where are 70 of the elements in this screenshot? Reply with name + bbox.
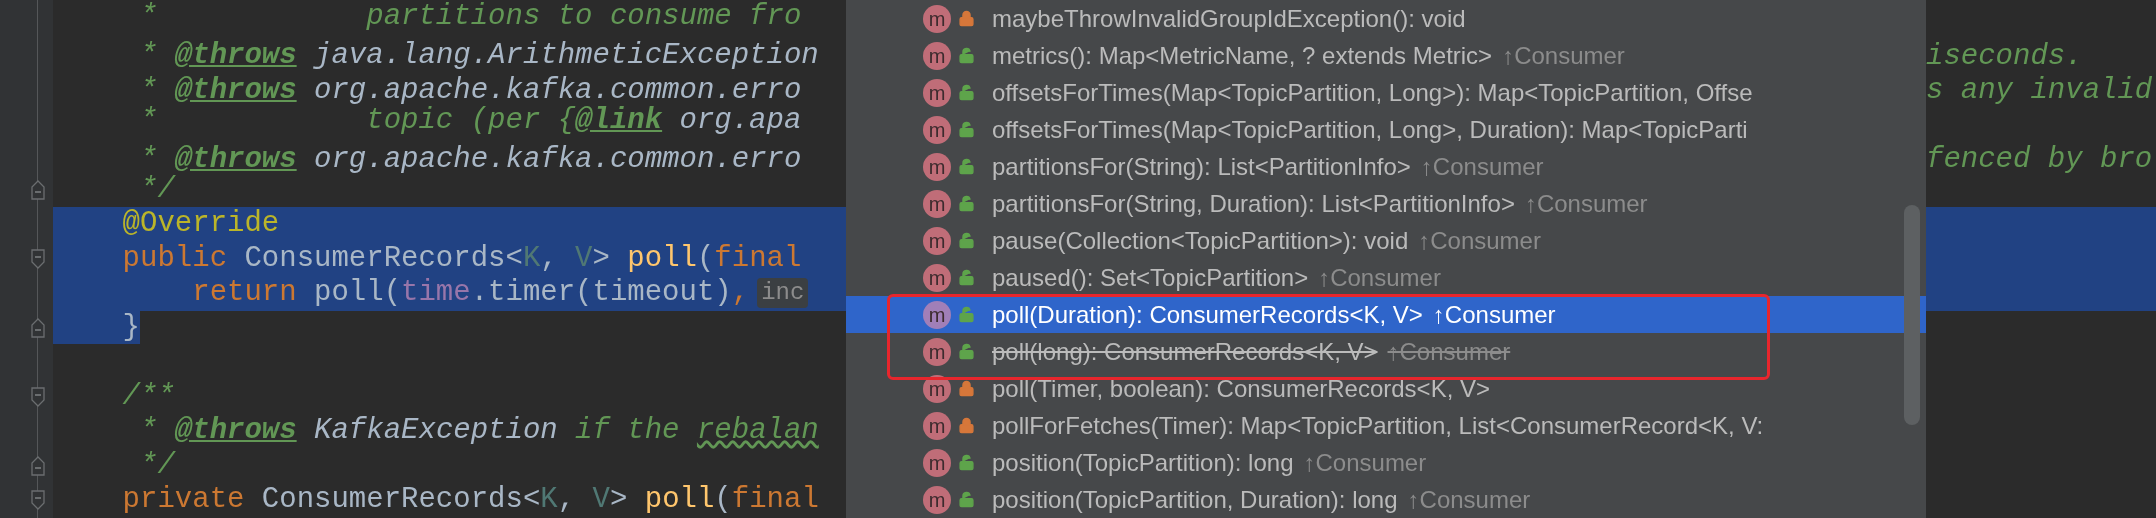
code-line: * @throws java.lang.ArithmeticException <box>139 39 819 74</box>
completion-item[interactable]: m position(TopicPartition, Duration): long ↑Consumer <box>846 481 1926 518</box>
origin-label: ↑Consumer <box>1387 336 1511 367</box>
method-signature: metrics(): Map<MetricName, ? extends Metric> <box>992 40 1493 71</box>
code-line: * partitions to consume fro <box>139 0 802 35</box>
fold-icon[interactable] <box>31 455 45 476</box>
method-icon: m <box>923 337 951 366</box>
completion-item[interactable]: m paused(): Set<TopicPartition> ↑Consumer <box>846 259 1926 296</box>
code-line: */ <box>139 448 175 483</box>
method-icon: m <box>923 411 951 440</box>
origin-label: ↑Consumer <box>1418 225 1541 256</box>
origin-label: ↑Consumer <box>1303 447 1427 478</box>
method-signature: position(TopicPartition, Duration): long <box>992 484 1398 515</box>
code-line: return poll(time.timer(timeout), <box>191 276 750 311</box>
method-signature: paused(): Set<TopicPartition> <box>992 262 1309 293</box>
completion-item[interactable]: m pollForFetches(Timer): Map<TopicPartition, List<ConsumerRecord<K, V: <box>846 407 1926 444</box>
completion-item[interactable]: m poll(Duration): ConsumerRecords<K, V> ↑Consumer <box>846 296 1926 333</box>
completion-item[interactable]: m partitionsFor(String, Duration): List<PartitionInfo> ↑Consumer <box>846 185 1926 222</box>
code-line: * @throws KafkaException if the rebalan <box>139 414 819 449</box>
fold-icon[interactable] <box>31 490 45 511</box>
method-signature: maybeThrowInvalidGroupIdException(): void <box>992 3 1466 34</box>
method-signature: poll(long): ConsumerRecords<K, V> <box>992 336 1378 367</box>
origin-label: ↑Consumer <box>1524 188 1648 219</box>
completion-item[interactable]: m offsetsForTimes(Map<TopicPartition, Long>): Map<TopicPartition, Offse <box>846 74 1926 111</box>
method-signature: offsetsForTimes(Map<TopicPartition, Long>): Map<TopicPartition, Offse <box>992 77 1753 108</box>
code-line: fenced by bro <box>1926 143 2153 176</box>
method-icon: m <box>923 485 951 514</box>
fold-icon[interactable] <box>31 386 45 407</box>
method-icon: m <box>923 115 951 144</box>
method-signature: position(TopicPartition): long <box>992 447 1294 478</box>
completion-item[interactable]: m poll(long): ConsumerRecords<K, V> ↑Consumer <box>846 333 1926 370</box>
code-line: iseconds. <box>1926 39 2083 73</box>
method-icon: m <box>923 226 951 255</box>
origin-label: ↑Consumer <box>1502 40 1625 71</box>
completion-item[interactable]: m poll(Timer, boolean): ConsumerRecords<K, V> <box>846 370 1926 407</box>
method-icon: m <box>923 263 951 292</box>
code-line: /** <box>121 379 175 414</box>
method-icon: m <box>923 374 951 403</box>
code-line: private ConsumerRecords<K, V> poll(final <box>121 483 819 518</box>
origin-label: ↑Consumer <box>1432 299 1556 330</box>
completion-item[interactable]: m position(TopicPartition): long ↑Consumer <box>846 444 1926 481</box>
method-icon: m <box>923 41 951 70</box>
method-signature: poll(Duration): ConsumerRecords<K, V> <box>992 299 1423 330</box>
fold-icon[interactable] <box>31 179 45 200</box>
completion-item[interactable]: m maybeThrowInvalidGroupIdException(): void <box>846 0 1926 37</box>
method-signature: poll(Timer, boolean): ConsumerRecords<K, V> <box>992 373 1490 404</box>
origin-label: ↑Consumer <box>1407 484 1531 515</box>
method-icon: m <box>923 300 951 329</box>
completion-item[interactable]: m metrics(): Map<MetricName, ? extends Metric> ↑Consumer <box>846 37 1926 74</box>
completion-item[interactable]: m partitionsFor(String): List<PartitionInfo> ↑Consumer <box>846 148 1926 185</box>
method-icon: m <box>923 448 951 477</box>
completion-item[interactable]: m pause(Collection<TopicPartition>): void ↑Consumer <box>846 222 1926 259</box>
method-signature: pause(Collection<TopicPartition>): void <box>992 225 1409 256</box>
code-line: s any invalid <box>1926 74 2153 107</box>
origin-label: ↑Consumer <box>1318 262 1441 293</box>
fold-icon[interactable] <box>31 248 45 269</box>
fold-icon[interactable] <box>31 317 45 338</box>
method-signature: offsetsForTimes(Map<TopicPartition, Long>, Duration): Map<TopicParti <box>992 114 1748 145</box>
method-signature: partitionsFor(String, Duration): List<PartitionInfo> <box>992 188 1515 219</box>
scrollbar[interactable] <box>1904 205 1920 425</box>
method-signature: pollForFetches(Timer): Map<TopicPartition, List<ConsumerRecord<K, V: <box>992 410 1764 441</box>
method-signature: partitionsFor(String): List<PartitionInfo> <box>992 151 1411 182</box>
method-icon: m <box>923 152 951 181</box>
method-icon: m <box>923 4 951 33</box>
method-icon: m <box>923 189 951 218</box>
inlay-hint: inc <box>757 278 809 309</box>
origin-label: ↑Consumer <box>1420 151 1544 182</box>
code-line: @Override <box>121 207 280 242</box>
completion-item[interactable]: m offsetsForTimes(Map<TopicPartition, Long>, Duration): Map<TopicParti <box>846 111 1926 148</box>
method-icon: m <box>923 78 951 107</box>
